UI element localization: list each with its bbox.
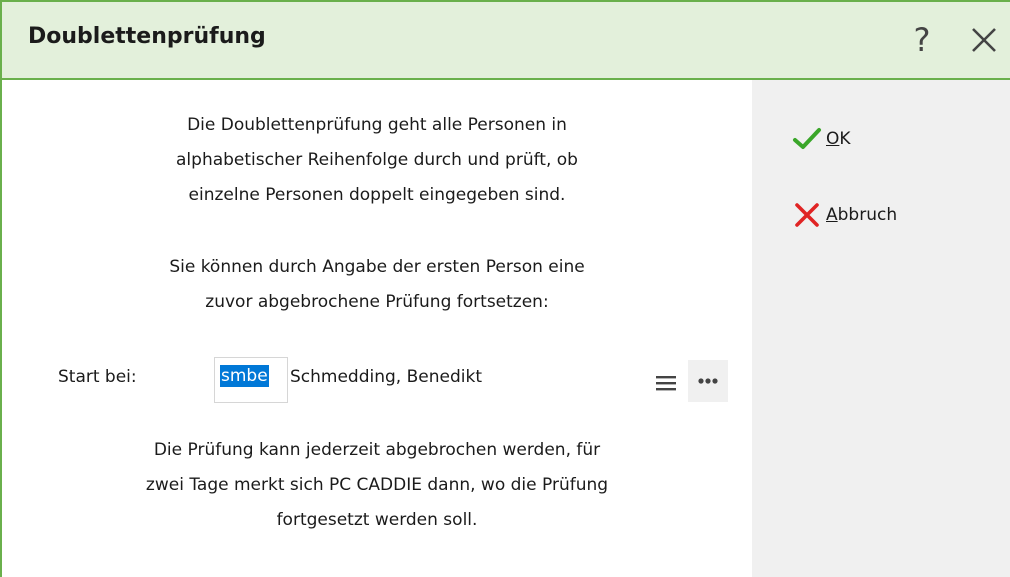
intro-line: Die Doublettenprüfung geht alle Personen…: [187, 115, 567, 135]
list-icon: [656, 376, 676, 391]
start-label: Start bei:: [58, 367, 137, 387]
dialog-title: Doublettenprüfung: [28, 24, 266, 49]
note-text: Die Prüfung kann jederzeit abgebrochen w…: [42, 433, 712, 538]
resume-line: Sie können durch Angabe der ersten Perso…: [169, 257, 585, 277]
cross-icon: [792, 200, 822, 230]
note-line: fortgesetzt werden soll.: [276, 510, 478, 530]
note-line: Die Prüfung kann jederzeit abgebrochen w…: [153, 440, 601, 460]
dialog-content: Die Doublettenprüfung geht alle Personen…: [2, 80, 752, 577]
person-more-button[interactable]: [688, 360, 728, 402]
intro-line: einzelne Personen doppelt eingegeben sin…: [188, 185, 566, 205]
cancel-button[interactable]: Abbruch: [792, 198, 897, 232]
resume-text: Sie können durch Angabe der ersten Perso…: [42, 250, 712, 320]
person-code-selection: smbe: [220, 365, 269, 387]
action-panel: [752, 80, 1010, 577]
help-button[interactable]: ?: [900, 16, 944, 64]
title-bar: Doublettenprüfung ?: [2, 0, 1010, 80]
close-button[interactable]: [962, 16, 1006, 64]
ok-button[interactable]: OK: [792, 122, 851, 156]
doublette-dialog: Doublettenprüfung ? Die Doublettenprüfun…: [0, 0, 1010, 577]
help-icon: ?: [913, 21, 931, 59]
cancel-label: Abbruch: [826, 205, 898, 225]
intro-text: Die Doublettenprüfung geht alle Personen…: [42, 108, 712, 213]
resume-line: zuvor abgebrochene Prüfung fortsetzen:: [205, 292, 549, 312]
close-icon: [972, 28, 996, 52]
more-icon: [698, 378, 718, 384]
ok-label: OK: [826, 129, 851, 149]
checkmark-icon: [792, 124, 822, 154]
start-person-input[interactable]: smbe: [214, 357, 288, 403]
person-list-button[interactable]: [646, 364, 686, 402]
intro-line: alphabetischer Reihenfolge durch und prü…: [176, 150, 578, 170]
person-name: Schmedding, Benedikt: [290, 367, 482, 387]
note-line: zwei Tage merkt sich PC CADDIE dann, wo …: [145, 475, 609, 495]
